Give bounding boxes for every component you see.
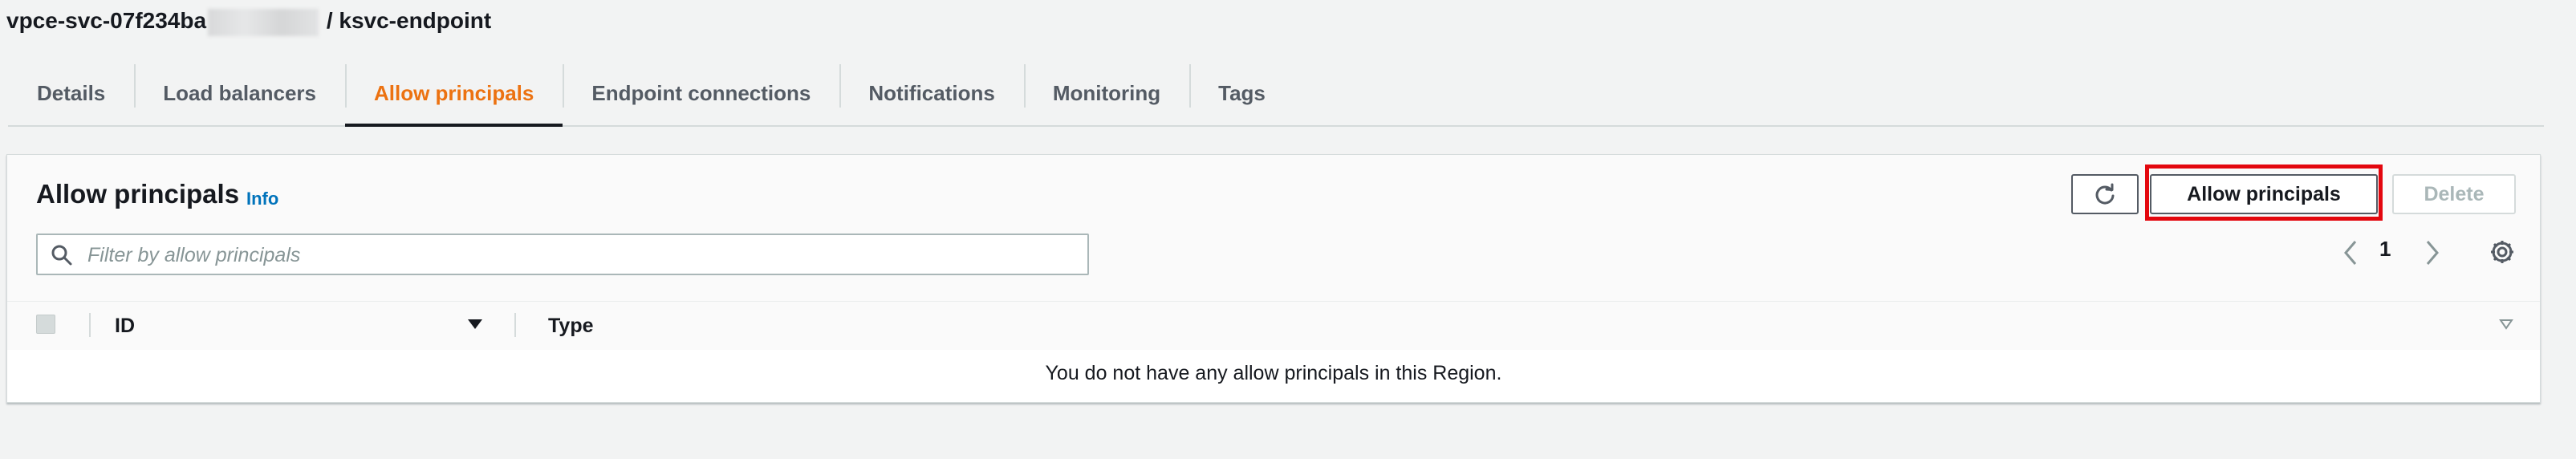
previous-page-icon[interactable] bbox=[2341, 238, 2360, 267]
page-title: vpce-svc-07f234ba / ksvc-endpoint bbox=[6, 6, 491, 36]
filter-search-box[interactable] bbox=[36, 234, 1089, 275]
refresh-button[interactable] bbox=[2071, 174, 2139, 214]
allow-principals-panel: Allow principals Info Allow principals D… bbox=[6, 154, 2541, 403]
tab-notifications[interactable]: Notifications bbox=[839, 61, 1023, 125]
page-number[interactable]: 1 bbox=[2379, 237, 2391, 262]
tab-load-balancers[interactable]: Load balancers bbox=[134, 61, 345, 125]
column-divider bbox=[89, 313, 91, 337]
column-divider bbox=[514, 313, 516, 337]
tab-allow-principals[interactable]: Allow principals bbox=[345, 61, 563, 127]
tab-bar: Details Load balancers Allow principals … bbox=[8, 61, 2544, 127]
sort-unsorted-icon[interactable] bbox=[2498, 318, 2514, 331]
gear-icon[interactable] bbox=[2489, 238, 2516, 266]
service-id: vpce-svc-07f234ba bbox=[6, 8, 207, 33]
info-link[interactable]: Info bbox=[246, 189, 278, 209]
delete-button[interactable]: Delete bbox=[2392, 174, 2516, 214]
tab-endpoint-connections[interactable]: Endpoint connections bbox=[563, 61, 839, 125]
refresh-icon bbox=[2095, 183, 2115, 205]
filter-input[interactable] bbox=[86, 240, 1076, 270]
empty-table-message: You do not have any allow principals in … bbox=[1045, 362, 1502, 384]
sort-descending-icon[interactable] bbox=[466, 318, 484, 331]
search-icon bbox=[51, 245, 72, 266]
column-header-id[interactable]: ID bbox=[115, 315, 135, 338]
select-all-checkbox[interactable] bbox=[36, 315, 55, 334]
panel-header: Allow principals Info Allow principals D… bbox=[7, 155, 2540, 301]
next-page-icon[interactable] bbox=[2423, 238, 2442, 267]
redacted-text bbox=[208, 8, 319, 36]
tab-tags[interactable]: Tags bbox=[1189, 61, 1294, 125]
panel-title: Allow principals bbox=[36, 179, 240, 209]
allow-principals-button[interactable]: Allow principals bbox=[2150, 174, 2378, 214]
column-header-type[interactable]: Type bbox=[548, 315, 594, 338]
table-header: ID Type bbox=[7, 301, 2540, 350]
tab-details[interactable]: Details bbox=[8, 61, 134, 125]
tab-monitoring[interactable]: Monitoring bbox=[1023, 61, 1189, 125]
service-name: / ksvc-endpoint bbox=[326, 8, 492, 33]
